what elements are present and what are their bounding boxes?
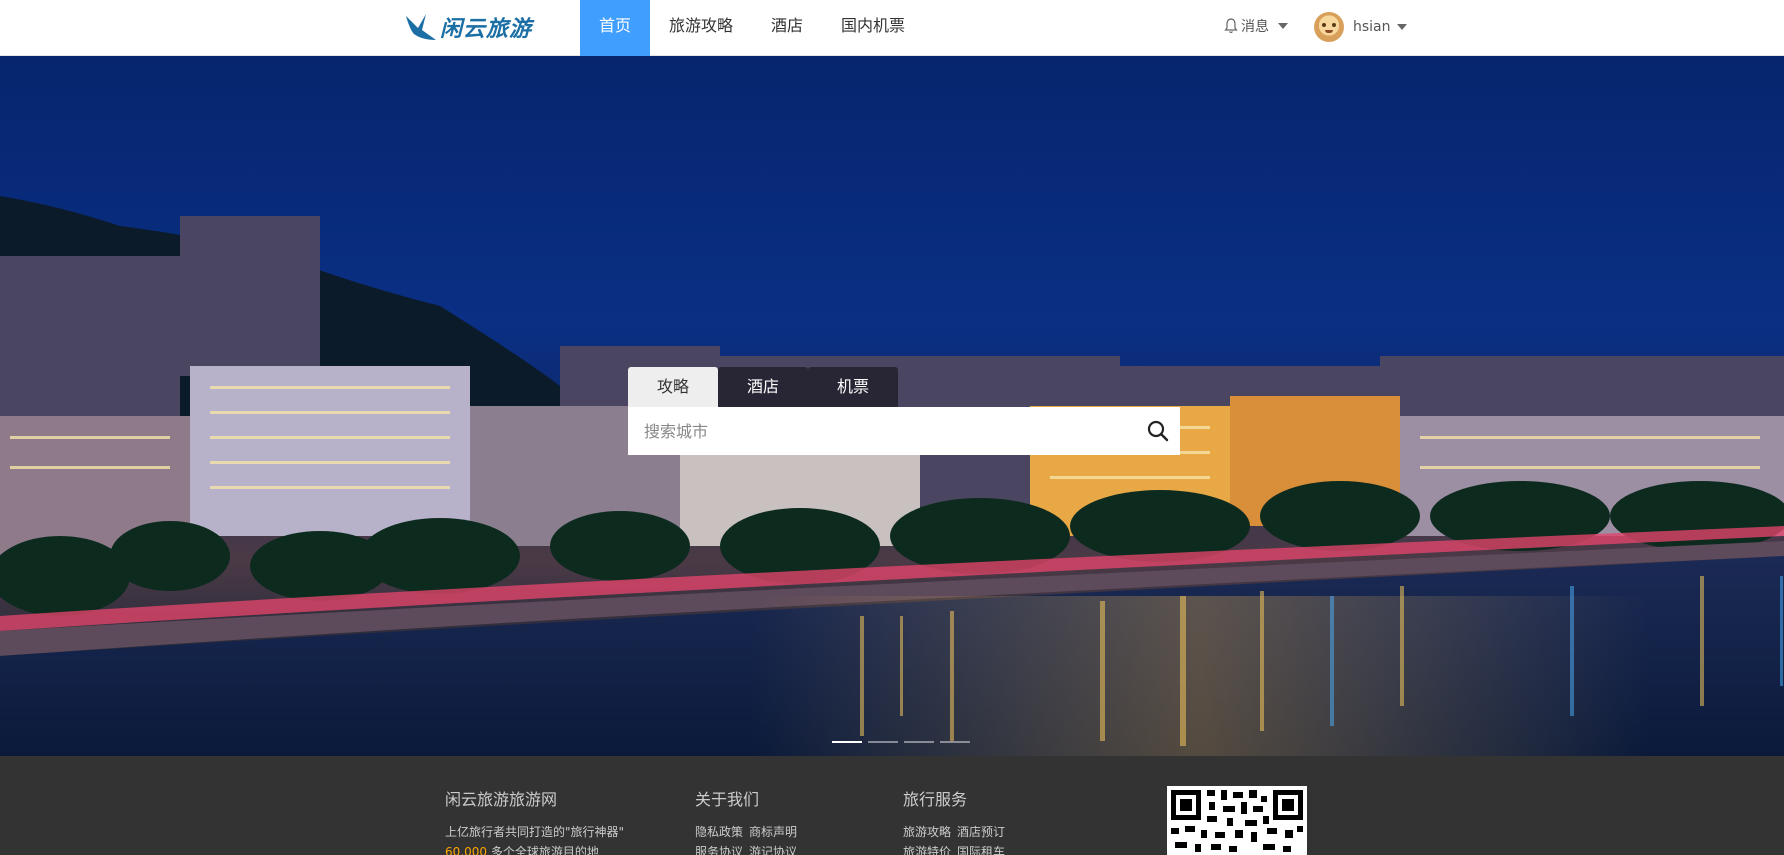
footer-destinations: 60,000 多个全球旅游目的地 [445,842,624,855]
carousel-indicators [832,741,970,743]
messages-dropdown[interactable]: 消息 [1224,16,1288,36]
site-footer: 闲云旅游旅游网 上亿旅行者共同打造的"旅行神器" 60,000 多个全球旅游目的… [0,756,1784,855]
nav-item-guides[interactable]: 旅游攻略 [650,0,752,56]
nav-item-flights[interactable]: 国内机票 [822,0,924,56]
search-button[interactable] [1136,407,1180,455]
tab-hotels[interactable]: 酒店 [718,367,808,407]
travel-deals-link[interactable]: 旅游特价 [903,845,951,855]
destination-suffix: 多个全球旅游目的地 [487,845,599,855]
guides-link[interactable]: 旅游攻略 [903,825,951,839]
tab-guides[interactable]: 攻略 [628,367,718,407]
service-agreement-link[interactable]: 服务协议 [695,845,743,855]
travelogue-agreement-link[interactable]: 游记协议 [749,845,797,855]
user-menu[interactable]: hsian [1314,12,1407,42]
top-header: 闲云旅游 首页 旅游攻略 酒店 国内机票 消息 hsian [0,0,1784,56]
avatar [1314,12,1344,42]
carousel-dot[interactable] [940,741,970,743]
carousel-dot[interactable] [868,741,898,743]
trademark-link[interactable]: 商标声明 [749,825,797,839]
site-logo[interactable]: 闲云旅游 [404,7,560,47]
messages-label: 消息 [1241,19,1269,35]
nav-item-hotels[interactable]: 酒店 [752,0,822,56]
search-tabs: 攻略 酒店 机票 [628,367,898,407]
footer-about-site: 闲云旅游旅游网 上亿旅行者共同打造的"旅行神器" 60,000 多个全球旅游目的… [445,786,624,855]
privacy-link[interactable]: 隐私政策 [695,825,743,839]
search-icon [1147,420,1169,442]
footer-about-us: 关于我们 隐私政策 商标声明 服务协议 游记协议 [695,786,803,855]
footer-about-title: 关于我们 [695,790,760,809]
caret-down-icon [1278,23,1288,29]
carousel-dot[interactable] [832,741,862,743]
qr-code [1167,786,1307,855]
city-search-input[interactable] [628,407,1136,455]
search-box [628,407,1180,455]
footer-services-title: 旅行服务 [903,790,968,809]
footer-travel-services: 旅行服务 旅游攻略 酒店预订 旅游特价 国际租车 [903,786,1011,855]
caret-down-icon [1396,24,1407,30]
footer-site-title: 闲云旅游旅游网 [445,790,558,809]
bell-icon [1224,18,1238,34]
hotel-booking-link[interactable]: 酒店预订 [957,825,1005,839]
car-rental-link[interactable]: 国际租车 [957,845,1005,855]
destination-count: 60,000 [445,845,487,855]
logo-text: 闲云旅游 [440,16,533,42]
nav-item-home[interactable]: 首页 [580,0,651,56]
footer-tagline: 上亿旅行者共同打造的"旅行神器" [445,825,625,839]
tab-flights[interactable]: 机票 [808,367,898,407]
main-nav: 首页 旅游攻略 酒店 国内机票 [580,0,924,56]
swallow-logo-icon [406,14,436,40]
username: hsian [1353,19,1391,35]
carousel-dot[interactable] [904,741,934,743]
